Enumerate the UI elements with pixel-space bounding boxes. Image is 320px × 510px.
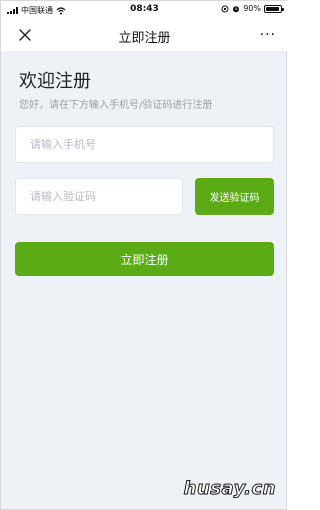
- site-watermark: husay.cn: [183, 478, 276, 500]
- more-icon[interactable]: ···: [260, 27, 276, 43]
- phone-input[interactable]: [15, 126, 274, 163]
- status-right: 90%: [221, 4, 284, 13]
- rotation-lock-icon: [221, 5, 229, 12]
- welcome-heading: 欢迎注册: [19, 71, 91, 92]
- page-title: 立即注册: [118, 31, 171, 46]
- app-screen: 中国联通 08:43 90% 立即注册 ··· 欢迎注册 您好，请在下方输入手机…: [0, 0, 288, 510]
- instruction-text: 您好，请在下方输入手机号/验证码进行注册: [19, 100, 213, 111]
- nav-bar: 立即注册 ···: [1, 19, 288, 51]
- send-code-button[interactable]: 发送验证码: [195, 178, 274, 215]
- status-bar: 中国联通 08:43 90%: [1, 1, 288, 19]
- battery-icon: [264, 4, 284, 13]
- alarm-icon: [233, 5, 240, 12]
- battery-percent: 90%: [243, 4, 261, 13]
- register-button[interactable]: 立即注册: [15, 242, 274, 276]
- verification-code-input[interactable]: [15, 178, 183, 215]
